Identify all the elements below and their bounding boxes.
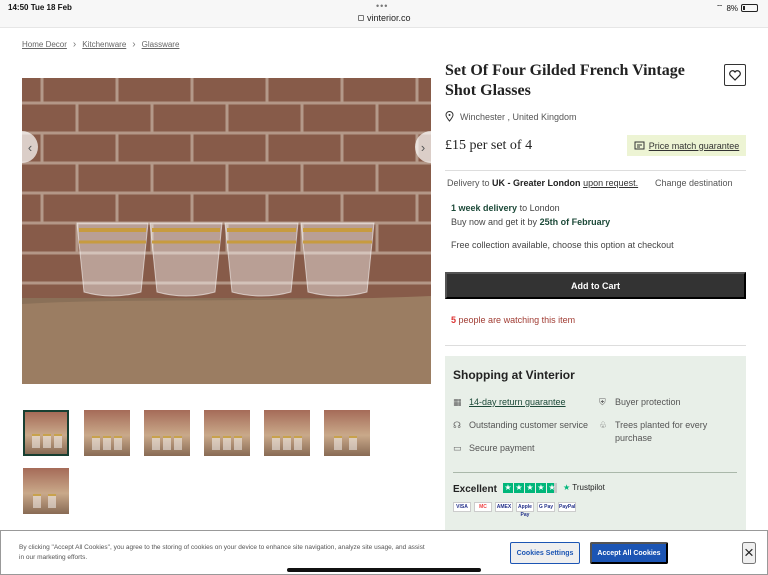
thumbnail-4[interactable] — [204, 410, 250, 456]
customer-service: ☊ Outstanding customer service — [453, 420, 589, 430]
accept-all-cookies-button[interactable]: Accept All Cookies — [590, 542, 668, 564]
price-tag-icon — [634, 141, 645, 150]
credit-card-icon: ▭ — [453, 443, 462, 453]
breadcrumb-kitchenware[interactable]: Kitchenware — [82, 40, 126, 49]
google-pay-icon: G Pay — [537, 502, 555, 512]
heart-icon — [729, 69, 741, 81]
mastercard-icon: MC — [474, 502, 492, 512]
shield-icon: ⛨ — [599, 397, 606, 407]
breadcrumb: Home Decor › Kitchenware › Glassware — [22, 39, 179, 50]
watching-count: 5 people are watching this item — [451, 315, 576, 325]
lock-icon — [358, 15, 364, 21]
trees-planted: ♧ Trees planted for every purchase — [599, 420, 708, 443]
half-star-icon: ★ — [547, 483, 557, 493]
price: £15 per set of 4 — [445, 138, 533, 153]
calendar-icon: ▦ — [453, 397, 462, 407]
breadcrumb-glassware[interactable]: Glassware — [142, 40, 180, 49]
trustpilot-logo: ★ Trustpilot — [563, 483, 605, 492]
thumbnail-5[interactable] — [264, 410, 310, 456]
battery-percentage: 8% — [726, 3, 738, 13]
status-icons: ⌔ 8% — [716, 3, 758, 13]
apple-pay-icon: Apple Pay — [516, 502, 534, 518]
close-icon[interactable]: × — [742, 542, 756, 564]
chevron-right-icon: › — [72, 39, 77, 50]
location-text: Winchester , United Kingdom — [460, 111, 577, 122]
tab-overview-dots[interactable]: ••• — [376, 1, 388, 11]
status-time: 14:50 Tue 18 Feb — [8, 3, 72, 12]
upon-request-link[interactable]: upon request. — [583, 178, 638, 188]
headset-icon: ☊ — [453, 420, 461, 430]
tree-icon: ♧ — [599, 420, 608, 430]
thumbnail-3[interactable] — [144, 410, 190, 456]
divider — [445, 345, 746, 346]
buyer-protection: ⛨ Buyer protection — [599, 397, 681, 407]
battery-icon — [741, 4, 758, 12]
thumbnail-6[interactable] — [324, 410, 370, 456]
change-destination-button[interactable]: Change destination — [655, 178, 733, 188]
home-indicator — [287, 568, 481, 572]
status-bar: 14:50 Tue 18 Feb ••• vinterior.co ⌔ 8% — [0, 0, 768, 28]
product-title: Set Of Four Gilded French Vintage Shot G… — [445, 62, 685, 99]
thumbnail-7[interactable] — [23, 468, 69, 514]
star-icon: ★ — [514, 483, 524, 493]
wifi-icon: ⌔ — [715, 3, 724, 12]
cookie-settings-button[interactable]: Cookies Settings — [510, 542, 580, 564]
product-photo[interactable] — [22, 78, 431, 384]
breadcrumb-home-decor[interactable]: Home Decor — [22, 40, 67, 49]
price-match-guarantee[interactable]: Price match guarantee — [627, 135, 746, 156]
chevron-right-icon: › — [132, 39, 136, 50]
return-guarantee-link[interactable]: ▦ 14-day return guarantee — [453, 396, 566, 409]
rating-stars: ★ ★ ★ ★ ★ — [503, 483, 557, 493]
star-icon: ★ — [536, 483, 546, 493]
thumbnail-1[interactable] — [23, 410, 69, 456]
thumbnail-2[interactable] — [84, 410, 130, 456]
product-image — [22, 78, 431, 384]
delivery-destination: Delivery to UK - Greater London upon req… — [447, 178, 733, 188]
secure-payment: ▭ Secure payment — [453, 443, 535, 453]
pin-icon — [445, 111, 454, 122]
star-icon: ★ — [503, 483, 513, 493]
divider — [453, 472, 737, 473]
star-icon: ★ — [525, 483, 535, 493]
delivery-time: 1 week delivery to London Buy now and get… — [451, 203, 611, 227]
rating-label: Excellent — [453, 484, 497, 495]
divider — [445, 170, 746, 171]
cookie-message: By clicking "Accept All Cookies", you ag… — [19, 544, 425, 561]
collection-info: Free collection available, choose this o… — [451, 240, 674, 250]
seller-location: Winchester , United Kingdom — [445, 111, 577, 122]
shopping-title: Shopping at Vinterior — [453, 368, 575, 382]
payment-methods: VISA MC AMEX Apple Pay G Pay PayPal — [453, 502, 576, 518]
amex-icon: AMEX — [495, 502, 513, 512]
add-to-cart-button[interactable]: Add to Cart — [445, 272, 746, 299]
visa-icon: VISA — [453, 502, 471, 512]
paypal-icon: PayPal — [558, 502, 576, 512]
favourite-button[interactable] — [724, 64, 746, 86]
address-bar[interactable]: vinterior.co — [358, 13, 411, 23]
